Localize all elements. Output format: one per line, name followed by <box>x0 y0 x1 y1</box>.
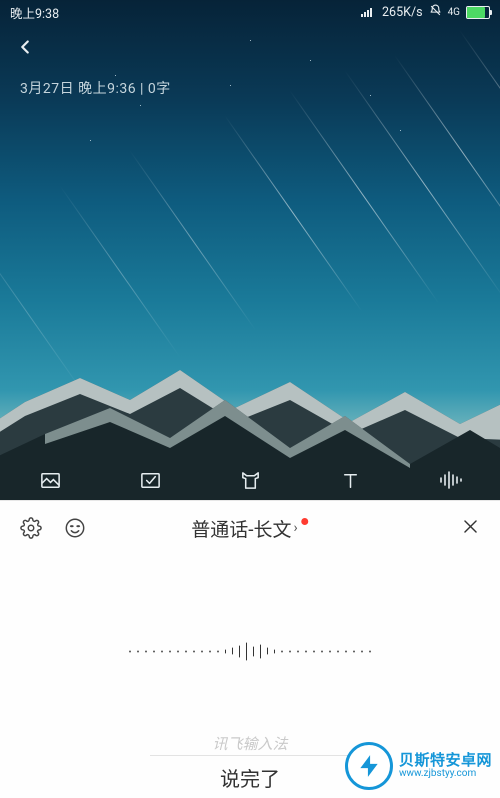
net-speed: 265K/s <box>382 5 423 20</box>
ime-emoji-button[interactable] <box>64 517 86 539</box>
chevron-right-icon: › <box>294 520 298 536</box>
battery-icon <box>466 6 490 19</box>
signal-icon <box>361 8 372 17</box>
voice-waveform <box>100 636 400 666</box>
watermark: 贝斯特安卓网 www.zjbstyy.com <box>345 742 492 790</box>
watermark-logo <box>345 742 393 790</box>
voice-input-button[interactable] <box>430 465 470 495</box>
note-meta: 3月27日 晚上9:36 | 0字 <box>20 78 171 98</box>
note-background <box>0 0 500 500</box>
status-bar: 晚上9:38 265K/s 4G <box>0 0 500 24</box>
checklist-button[interactable] <box>130 465 170 495</box>
back-button[interactable] <box>14 36 36 62</box>
status-time: 晚上9:38 <box>10 3 59 22</box>
watermark-text-cn: 贝斯特安卓网 <box>399 753 492 769</box>
text-format-button[interactable] <box>330 465 370 495</box>
ime-settings-button[interactable] <box>20 517 42 539</box>
insert-image-button[interactable] <box>30 465 70 495</box>
watermark-text-en: www.zjbstyy.com <box>399 769 492 780</box>
ime-close-button[interactable] <box>461 517 480 540</box>
mute-icon <box>429 4 442 21</box>
net-type: 4G <box>448 7 460 18</box>
notification-dot <box>302 518 309 525</box>
ime-toolbar: 普通话-长文 › <box>0 501 500 555</box>
ime-language-selector[interactable]: 普通话-长文 › <box>191 515 308 542</box>
editor-toolbar <box>0 460 500 500</box>
theme-button[interactable] <box>230 465 270 495</box>
ime-language-label: 普通话-长文 <box>191 515 291 542</box>
